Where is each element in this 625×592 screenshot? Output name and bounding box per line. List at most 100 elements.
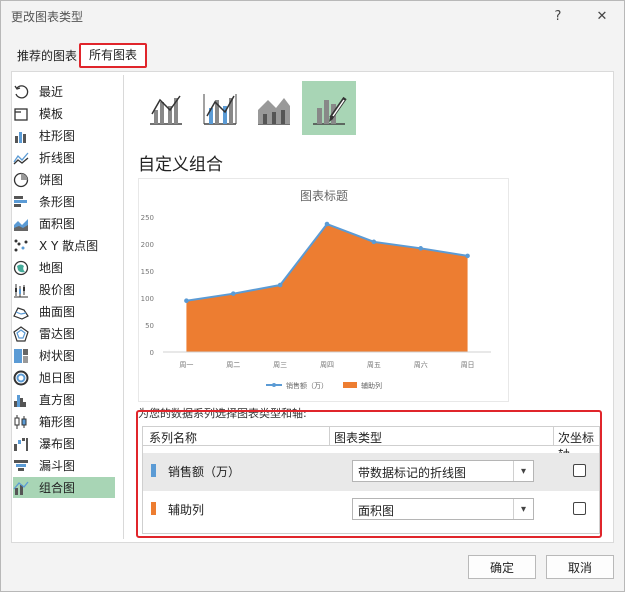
sidebar-item-label: 组合图 bbox=[39, 481, 76, 495]
sidebar-item-stock-chart[interactable]: 股价图 bbox=[13, 279, 115, 300]
sidebar-item-label: 股价图 bbox=[39, 283, 76, 297]
sidebar-item-label: 折线图 bbox=[39, 151, 76, 165]
sidebar-item-treemap-chart[interactable]: 树状图 bbox=[13, 345, 115, 366]
chart-type-select[interactable]: 面积图 ▾ bbox=[352, 498, 534, 520]
sidebar-item-radar-chart[interactable]: 雷达图 bbox=[13, 323, 115, 344]
plot-area bbox=[163, 221, 491, 353]
combo-stacked-area-column-icon[interactable] bbox=[247, 81, 301, 135]
sidebar-item-recent[interactable]: 最近 bbox=[13, 81, 115, 102]
section-heading: 自定义组合 bbox=[138, 155, 223, 175]
series-table: 系列名称 图表类型 次坐标轴 销售额（万） 带数据标记的折线图 ▾ 辅助列 面积… bbox=[142, 426, 600, 534]
line-marker bbox=[277, 282, 283, 288]
cancel-button[interactable]: 取消 bbox=[546, 555, 614, 579]
chart-svg: 图表标题 0 50 100 150 200 250 周一 周二 周三 周四 周五 周六 周日 销售额（… bbox=[141, 189, 491, 390]
area-series bbox=[186, 224, 468, 352]
sidebar-item-label: 箱形图 bbox=[39, 415, 76, 429]
line-marker bbox=[418, 246, 424, 251]
x-axis: 周一 周二 周三 周四 周五 周六 周日 bbox=[179, 360, 474, 369]
secondary-axis-checkbox[interactable] bbox=[573, 502, 586, 515]
header-divider bbox=[329, 427, 330, 445]
line-marker bbox=[371, 239, 377, 245]
chart-type-select[interactable]: 带数据标记的折线图 ▾ bbox=[352, 460, 534, 482]
combo-clustered-column-line-icon[interactable] bbox=[139, 81, 193, 135]
sidebar-item-map-chart[interactable]: 地图 bbox=[13, 257, 115, 278]
surface-chart-icon bbox=[13, 304, 29, 320]
bar-chart-icon bbox=[13, 194, 29, 210]
x-tick-label: 周六 bbox=[414, 360, 428, 369]
chevron-down-icon[interactable]: ▾ bbox=[513, 499, 533, 519]
line-chart-icon bbox=[13, 150, 29, 166]
line-marker bbox=[324, 221, 330, 227]
help-button[interactable]: ? bbox=[546, 5, 570, 27]
tab-all-charts[interactable]: 所有图表 bbox=[79, 43, 148, 68]
stock-chart-icon bbox=[13, 282, 29, 298]
panel-divider bbox=[123, 75, 124, 539]
sidebar-item-bar-chart[interactable]: 条形图 bbox=[13, 191, 115, 212]
chart-type-value: 带数据标记的折线图 bbox=[358, 466, 467, 480]
sidebar-item-label: 模板 bbox=[39, 107, 64, 121]
template-icon bbox=[13, 106, 29, 122]
combo-custom-icon[interactable] bbox=[302, 81, 356, 135]
series-row: 辅助列 面积图 ▾ bbox=[143, 491, 599, 529]
series-color-swatch bbox=[151, 502, 156, 515]
chevron-down-icon[interactable]: ▾ bbox=[513, 461, 533, 481]
sidebar-item-label: 柱形图 bbox=[39, 129, 76, 143]
funnel-chart-icon bbox=[13, 458, 29, 474]
sidebar-item-waterfall-chart[interactable]: 瀑布图 bbox=[13, 433, 115, 454]
chart-type-value: 面积图 bbox=[358, 504, 395, 518]
x-tick-label: 周二 bbox=[226, 361, 240, 369]
combo-column-line-secondary-icon[interactable] bbox=[193, 81, 247, 135]
legend-marker bbox=[272, 383, 276, 387]
y-tick-label: 250 bbox=[141, 214, 154, 222]
sunburst-chart-icon bbox=[13, 370, 29, 386]
sidebar-item-label: 瀑布图 bbox=[39, 437, 76, 451]
secondary-axis-checkbox[interactable] bbox=[573, 464, 586, 477]
sidebar-item-histogram-chart[interactable]: 直方图 bbox=[13, 389, 115, 410]
sidebar-item-pie-chart[interactable]: 饼图 bbox=[13, 169, 115, 190]
sidebar-item-column-chart[interactable]: 柱形图 bbox=[13, 125, 115, 146]
x-tick-label: 周日 bbox=[461, 361, 475, 369]
dialog-title: 更改图表类型 bbox=[11, 10, 84, 24]
sidebar-item-label: 树状图 bbox=[39, 349, 76, 363]
close-button[interactable]: ✕ bbox=[590, 5, 614, 27]
radar-chart-icon bbox=[13, 325, 29, 342]
sidebar-item-label: 漏斗图 bbox=[39, 459, 76, 473]
scatter-chart-icon bbox=[13, 238, 29, 254]
waterfall-chart-icon bbox=[13, 436, 29, 452]
sidebar-item-box-whisker-chart[interactable]: 箱形图 bbox=[13, 411, 115, 432]
x-tick-label: 周四 bbox=[320, 361, 334, 369]
chart-title: 图表标题 bbox=[300, 189, 348, 203]
sidebar-item-sunburst-chart[interactable]: 旭日图 bbox=[13, 367, 115, 388]
combo-chart-icon bbox=[13, 480, 29, 496]
line-marker bbox=[184, 298, 189, 303]
header-border bbox=[143, 445, 599, 446]
legend-label: 辅助列 bbox=[361, 381, 382, 390]
series-name: 辅助列 bbox=[168, 503, 205, 517]
sidebar-item-scatter-chart[interactable]: X Y 散点图 bbox=[13, 235, 115, 256]
series-config-area: 系列名称 图表类型 次坐标轴 销售额（万） 带数据标记的折线图 ▾ 辅助列 面积… bbox=[136, 410, 602, 538]
sidebar-item-label: 曲面图 bbox=[39, 305, 76, 319]
sidebar-item-line-chart[interactable]: 折线图 bbox=[13, 147, 115, 168]
sidebar-item-surface-chart[interactable]: 曲面图 bbox=[13, 301, 115, 322]
sidebar-item-funnel-chart[interactable]: 漏斗图 bbox=[13, 455, 115, 476]
sidebar-item-label: X Y 散点图 bbox=[39, 239, 99, 253]
sidebar-item-label: 雷达图 bbox=[39, 327, 76, 341]
pie-chart-icon bbox=[13, 172, 29, 188]
sidebar-item-label: 面积图 bbox=[39, 217, 76, 231]
box-whisker-chart-icon bbox=[13, 414, 29, 430]
x-tick-label: 周三 bbox=[273, 361, 287, 369]
chart-legend: 销售额（万） 辅助列 bbox=[266, 381, 382, 390]
y-tick-label: 200 bbox=[141, 241, 154, 249]
header-divider bbox=[553, 427, 554, 445]
tab-recommended[interactable]: 推荐的图表 bbox=[17, 47, 77, 64]
sidebar-item-label: 饼图 bbox=[39, 173, 64, 187]
treemap-chart-icon bbox=[13, 348, 29, 364]
series-color-swatch bbox=[151, 464, 156, 477]
recent-icon bbox=[13, 84, 29, 100]
ok-button[interactable]: 确定 bbox=[468, 555, 536, 579]
sidebar-item-template[interactable]: 模板 bbox=[13, 103, 115, 124]
sidebar-item-combo-chart[interactable]: 组合图 bbox=[13, 477, 115, 498]
line-marker bbox=[230, 291, 236, 296]
sidebar-item-area-chart[interactable]: 面积图 bbox=[13, 213, 115, 234]
y-axis: 0 50 100 150 200 250 bbox=[141, 214, 154, 357]
